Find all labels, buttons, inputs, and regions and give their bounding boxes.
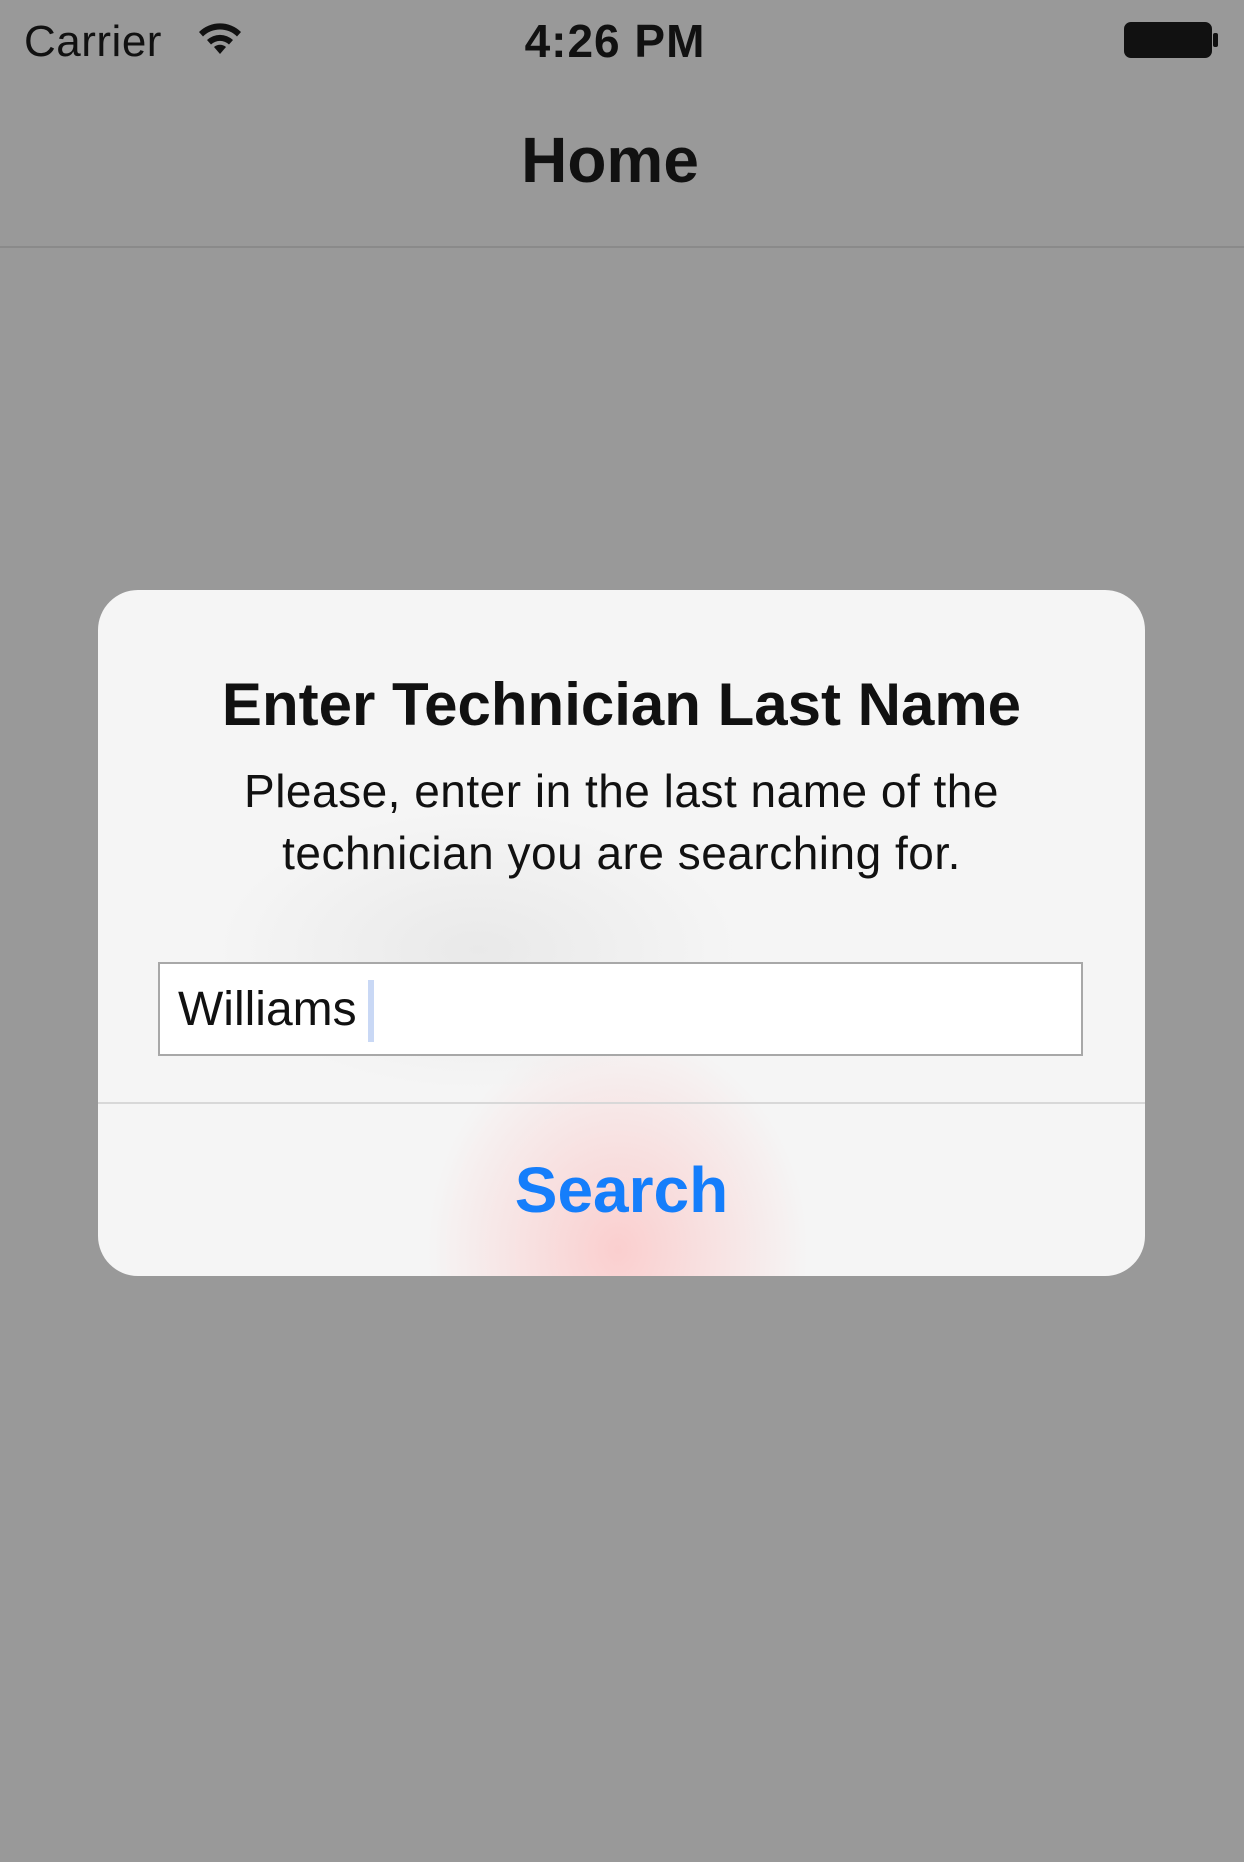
text-cursor xyxy=(368,980,374,1042)
last-name-input[interactable] xyxy=(158,962,1083,1056)
alert-dialog: Enter Technician Last Name Please, enter… xyxy=(98,590,1145,1276)
battery-icon xyxy=(1124,22,1218,58)
status-bar: Carrier 4:26 PM xyxy=(0,0,1244,80)
navigation-bar: Home xyxy=(0,80,1244,248)
alert-title: Enter Technician Last Name xyxy=(221,671,1022,738)
status-time: 4:26 PM xyxy=(524,15,706,67)
search-button[interactable]: Search xyxy=(98,1104,1145,1276)
nav-title: Home xyxy=(521,124,699,196)
alert-message: Please, enter in the last name of the te… xyxy=(244,765,999,879)
screen: Carrier 4:26 PM Home Enter Technician La… xyxy=(0,0,1244,1862)
